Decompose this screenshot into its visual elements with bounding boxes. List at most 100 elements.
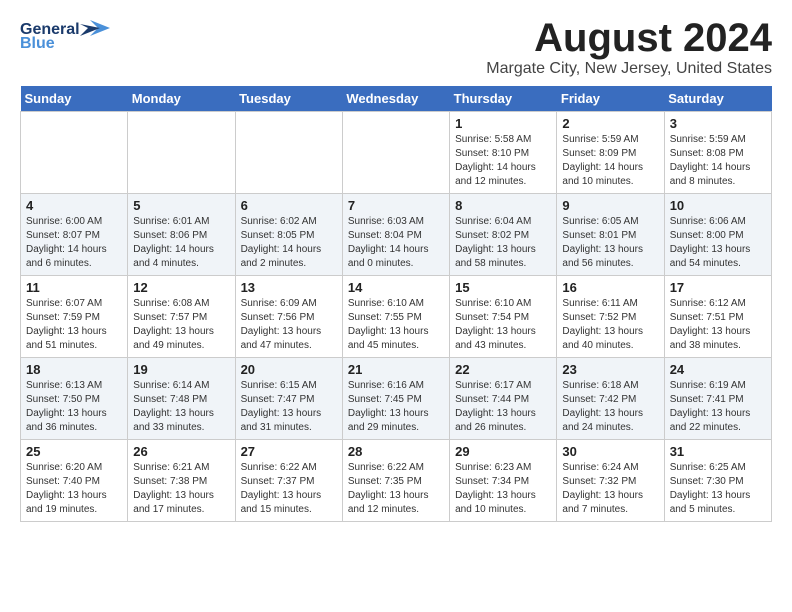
calendar-cell: 12 Sunrise: 6:08 AM Sunset: 7:57 PM Dayli… <box>128 276 235 358</box>
calendar-cell: 9 Sunrise: 6:05 AM Sunset: 8:01 PM Daylig… <box>557 194 664 276</box>
day-number: 25 <box>26 444 122 459</box>
day-number: 2 <box>562 116 658 131</box>
calendar-cell: 21 Sunrise: 6:16 AM Sunset: 7:45 PM Dayli… <box>342 358 449 440</box>
day-info: Sunrise: 6:01 AM Sunset: 8:06 PM Dayligh… <box>133 215 229 271</box>
calendar-cell: 18 Sunrise: 6:13 AM Sunset: 7:50 PM Dayli… <box>21 358 128 440</box>
day-number: 5 <box>133 198 229 213</box>
day-number: 1 <box>455 116 551 131</box>
day-info: Sunrise: 6:18 AM Sunset: 7:42 PM Dayligh… <box>562 379 658 435</box>
day-number: 31 <box>670 444 766 459</box>
day-number: 29 <box>455 444 551 459</box>
day-info: Sunrise: 6:05 AM Sunset: 8:01 PM Dayligh… <box>562 215 658 271</box>
day-info: Sunrise: 6:22 AM Sunset: 7:37 PM Dayligh… <box>241 461 337 517</box>
calendar-cell: 8 Sunrise: 6:04 AM Sunset: 8:02 PM Daylig… <box>450 194 557 276</box>
day-number: 24 <box>670 362 766 377</box>
calendar-week-2: 4Sunrise: 6:00 AM Sunset: 8:07 PM Daylig… <box>21 194 772 276</box>
main-title: August 2024 <box>486 16 772 60</box>
day-number: 14 <box>348 280 444 295</box>
day-number: 22 <box>455 362 551 377</box>
day-info: Sunrise: 6:03 AM Sunset: 8:04 PM Dayligh… <box>348 215 444 271</box>
day-number: 26 <box>133 444 229 459</box>
day-info: Sunrise: 6:14 AM Sunset: 7:48 PM Dayligh… <box>133 379 229 435</box>
day-number: 15 <box>455 280 551 295</box>
calendar-cell: 29 Sunrise: 6:23 AM Sunset: 7:34 PM Dayli… <box>450 440 557 522</box>
weekday-header-tuesday: Tuesday <box>235 86 342 112</box>
day-number: 13 <box>241 280 337 295</box>
calendar-cell: 15 Sunrise: 6:10 AM Sunset: 7:54 PM Dayli… <box>450 276 557 358</box>
day-number: 3 <box>670 116 766 131</box>
day-info: Sunrise: 6:24 AM Sunset: 7:32 PM Dayligh… <box>562 461 658 517</box>
weekday-header-friday: Friday <box>557 86 664 112</box>
day-info: Sunrise: 6:13 AM Sunset: 7:50 PM Dayligh… <box>26 379 122 435</box>
day-number: 30 <box>562 444 658 459</box>
day-info: Sunrise: 6:10 AM Sunset: 7:55 PM Dayligh… <box>348 297 444 353</box>
day-info: Sunrise: 6:17 AM Sunset: 7:44 PM Dayligh… <box>455 379 551 435</box>
calendar-cell: 22 Sunrise: 6:17 AM Sunset: 7:44 PM Dayli… <box>450 358 557 440</box>
day-info: Sunrise: 6:22 AM Sunset: 7:35 PM Dayligh… <box>348 461 444 517</box>
calendar-cell: 27Sunrise: 6:22 AM Sunset: 7:37 PM Dayli… <box>235 440 342 522</box>
calendar-cell: 19 Sunrise: 6:14 AM Sunset: 7:48 PM Dayli… <box>128 358 235 440</box>
day-number: 16 <box>562 280 658 295</box>
day-info: Sunrise: 6:21 AM Sunset: 7:38 PM Dayligh… <box>133 461 229 517</box>
calendar-cell: 10 Sunrise: 6:06 AM Sunset: 8:00 PM Dayli… <box>664 194 771 276</box>
day-info: Sunrise: 5:58 AM Sunset: 8:10 PM Dayligh… <box>455 133 551 189</box>
page-header: General Blue August 2024 Margate City, N… <box>20 16 772 78</box>
day-info: Sunrise: 6:20 AM Sunset: 7:40 PM Dayligh… <box>26 461 122 517</box>
calendar-cell: 31 Sunrise: 6:25 AM Sunset: 7:30 PM Dayli… <box>664 440 771 522</box>
weekday-header-monday: Monday <box>128 86 235 112</box>
subtitle: Margate City, New Jersey, United States <box>486 60 772 78</box>
calendar-cell: 4Sunrise: 6:00 AM Sunset: 8:07 PM Daylig… <box>21 194 128 276</box>
day-number: 19 <box>133 362 229 377</box>
calendar-cell: 1 Sunrise: 5:58 AM Sunset: 8:10 PM Daylig… <box>450 112 557 194</box>
calendar-cell: 3 Sunrise: 5:59 AM Sunset: 8:08 PM Daylig… <box>664 112 771 194</box>
calendar-cell <box>235 112 342 194</box>
logo-icon: General Blue <box>20 16 110 52</box>
calendar-cell <box>128 112 235 194</box>
day-info: Sunrise: 6:02 AM Sunset: 8:05 PM Dayligh… <box>241 215 337 271</box>
day-info: Sunrise: 6:06 AM Sunset: 8:00 PM Dayligh… <box>670 215 766 271</box>
day-number: 18 <box>26 362 122 377</box>
day-number: 23 <box>562 362 658 377</box>
day-info: Sunrise: 6:12 AM Sunset: 7:51 PM Dayligh… <box>670 297 766 353</box>
day-info: Sunrise: 6:19 AM Sunset: 7:41 PM Dayligh… <box>670 379 766 435</box>
calendar-cell: 17 Sunrise: 6:12 AM Sunset: 7:51 PM Dayli… <box>664 276 771 358</box>
day-info: Sunrise: 6:09 AM Sunset: 7:56 PM Dayligh… <box>241 297 337 353</box>
calendar-cell: 16Sunrise: 6:11 AM Sunset: 7:52 PM Dayli… <box>557 276 664 358</box>
day-number: 9 <box>562 198 658 213</box>
day-info: Sunrise: 6:08 AM Sunset: 7:57 PM Dayligh… <box>133 297 229 353</box>
calendar-cell: 28 Sunrise: 6:22 AM Sunset: 7:35 PM Dayli… <box>342 440 449 522</box>
calendar-cell: 2 Sunrise: 5:59 AM Sunset: 8:09 PM Daylig… <box>557 112 664 194</box>
calendar-cell: 24 Sunrise: 6:19 AM Sunset: 7:41 PM Dayli… <box>664 358 771 440</box>
calendar-table: SundayMondayTuesdayWednesdayThursdayFrid… <box>20 86 772 522</box>
calendar-cell: 13 Sunrise: 6:09 AM Sunset: 7:56 PM Dayli… <box>235 276 342 358</box>
day-number: 10 <box>670 198 766 213</box>
calendar-cell: 30 Sunrise: 6:24 AM Sunset: 7:32 PM Dayli… <box>557 440 664 522</box>
day-number: 21 <box>348 362 444 377</box>
day-info: Sunrise: 5:59 AM Sunset: 8:09 PM Dayligh… <box>562 133 658 189</box>
weekday-header-thursday: Thursday <box>450 86 557 112</box>
day-number: 4 <box>26 198 122 213</box>
day-info: Sunrise: 6:15 AM Sunset: 7:47 PM Dayligh… <box>241 379 337 435</box>
day-info: Sunrise: 6:07 AM Sunset: 7:59 PM Dayligh… <box>26 297 122 353</box>
day-number: 12 <box>133 280 229 295</box>
day-number: 17 <box>670 280 766 295</box>
day-info: Sunrise: 6:25 AM Sunset: 7:30 PM Dayligh… <box>670 461 766 517</box>
day-number: 8 <box>455 198 551 213</box>
calendar-cell: 14 Sunrise: 6:10 AM Sunset: 7:55 PM Dayli… <box>342 276 449 358</box>
day-info: Sunrise: 5:59 AM Sunset: 8:08 PM Dayligh… <box>670 133 766 189</box>
calendar-cell: 7Sunrise: 6:03 AM Sunset: 8:04 PM Daylig… <box>342 194 449 276</box>
day-info: Sunrise: 6:23 AM Sunset: 7:34 PM Dayligh… <box>455 461 551 517</box>
day-info: Sunrise: 6:10 AM Sunset: 7:54 PM Dayligh… <box>455 297 551 353</box>
calendar-cell <box>21 112 128 194</box>
calendar-week-3: 11Sunrise: 6:07 AM Sunset: 7:59 PM Dayli… <box>21 276 772 358</box>
weekday-header-row: SundayMondayTuesdayWednesdayThursdayFrid… <box>21 86 772 112</box>
calendar-cell: 6Sunrise: 6:02 AM Sunset: 8:05 PM Daylig… <box>235 194 342 276</box>
day-info: Sunrise: 6:04 AM Sunset: 8:02 PM Dayligh… <box>455 215 551 271</box>
calendar-week-1: 1 Sunrise: 5:58 AM Sunset: 8:10 PM Daylig… <box>21 112 772 194</box>
calendar-cell: 20Sunrise: 6:15 AM Sunset: 7:47 PM Dayli… <box>235 358 342 440</box>
calendar-cell <box>342 112 449 194</box>
day-number: 28 <box>348 444 444 459</box>
day-info: Sunrise: 6:16 AM Sunset: 7:45 PM Dayligh… <box>348 379 444 435</box>
calendar-cell: 25 Sunrise: 6:20 AM Sunset: 7:40 PM Dayli… <box>21 440 128 522</box>
calendar-week-4: 18 Sunrise: 6:13 AM Sunset: 7:50 PM Dayli… <box>21 358 772 440</box>
